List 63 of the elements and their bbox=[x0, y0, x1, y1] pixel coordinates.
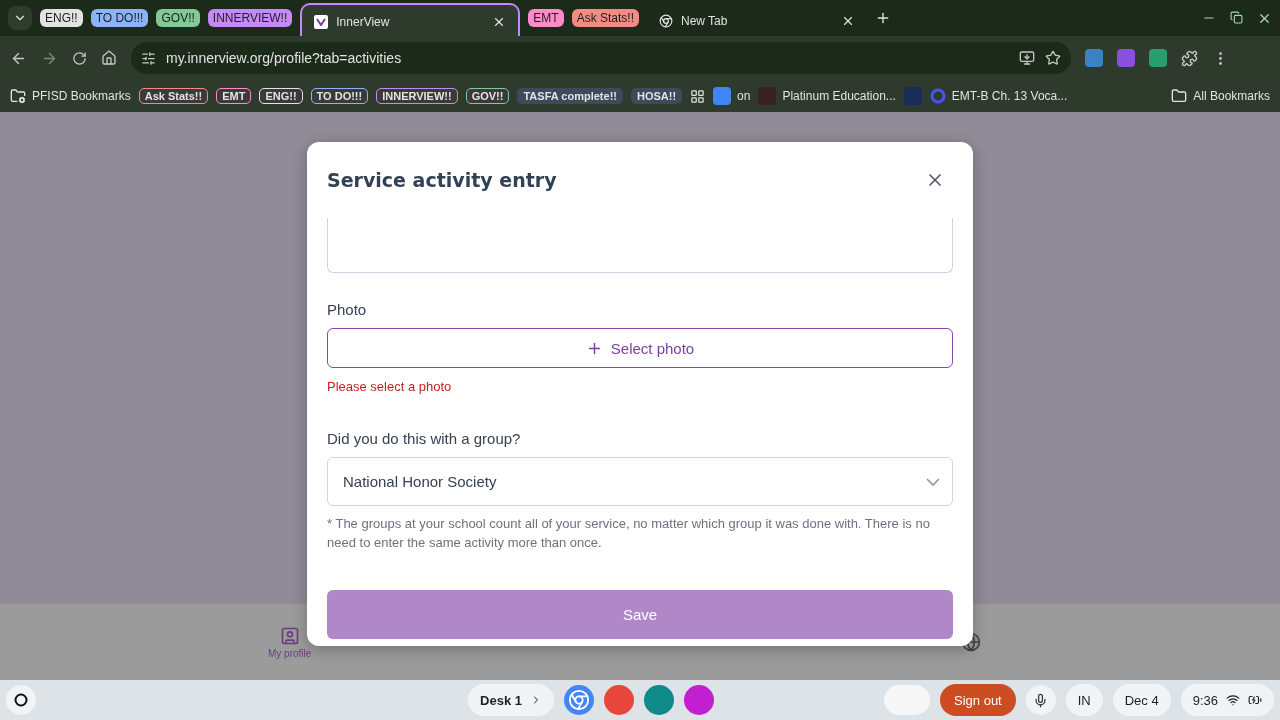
apps-icon[interactable] bbox=[690, 88, 706, 104]
mic-icon bbox=[1033, 692, 1049, 708]
select-photo-button[interactable]: Select photo bbox=[327, 328, 953, 368]
browser-tab[interactable]: InnerView bbox=[300, 3, 521, 39]
chrome-icon bbox=[659, 14, 673, 28]
tab-group-chip[interactable]: ENG!! bbox=[40, 9, 83, 27]
group-select[interactable]: National Honor Society bbox=[327, 457, 953, 506]
dialog-title: Service activity entry bbox=[327, 169, 557, 191]
bookmark-group[interactable]: INNERVIEW!! bbox=[376, 88, 458, 104]
input-method-button[interactable]: IN bbox=[1065, 684, 1103, 716]
bookmark-link[interactable]: Platinum Education... bbox=[782, 89, 896, 103]
bookmark-group[interactable]: GOV!! bbox=[465, 88, 510, 104]
bookmark-group[interactable]: EMT bbox=[216, 88, 252, 104]
tab-group-chip[interactable]: TO DO!!! bbox=[90, 9, 149, 27]
bookmark-link[interactable]: EMT-B Ch. 13 Voca... bbox=[951, 89, 1068, 103]
date-button[interactable]: Dec 4 bbox=[1112, 684, 1171, 716]
restore-icon[interactable] bbox=[1230, 10, 1243, 24]
bookmark-group[interactable]: HOSA!! bbox=[630, 88, 683, 104]
new-tab-icon[interactable] bbox=[875, 10, 891, 26]
tab-group-chip[interactable]: EMT bbox=[528, 9, 564, 27]
star-icon[interactable] bbox=[1045, 50, 1061, 66]
mic-button[interactable] bbox=[1025, 685, 1056, 715]
folder-icon bbox=[1171, 88, 1188, 104]
circle-icon bbox=[14, 693, 28, 707]
battery-icon bbox=[1248, 693, 1262, 707]
reload-icon[interactable] bbox=[72, 50, 87, 66]
bookmark-link[interactable]: on bbox=[737, 89, 751, 103]
tab-group-chip[interactable]: GOV!! bbox=[156, 9, 200, 27]
extensions-icon[interactable] bbox=[1181, 49, 1198, 67]
error-message: Please select a photo bbox=[327, 379, 453, 394]
launcher-button[interactable] bbox=[6, 685, 36, 715]
address-bar[interactable]: my.innerview.org/profile?tab=activities bbox=[131, 42, 1071, 74]
home-icon[interactable] bbox=[101, 50, 117, 66]
install-icon[interactable] bbox=[1019, 50, 1035, 66]
close-icon[interactable] bbox=[841, 14, 855, 28]
chevron-down-icon bbox=[926, 477, 940, 486]
site-settings-icon[interactable] bbox=[141, 50, 156, 66]
quiz-site-icon bbox=[929, 88, 946, 104]
bookmark-folder[interactable]: PFISD Bookmarks bbox=[32, 89, 131, 103]
desk-button[interactable]: Desk 1 bbox=[468, 684, 554, 716]
site-icon bbox=[314, 15, 329, 29]
tab-search-button[interactable] bbox=[8, 6, 32, 30]
bookmark-group[interactable]: TASFA complete!! bbox=[517, 88, 623, 104]
wifi-icon bbox=[1226, 693, 1240, 707]
tab-group-chip[interactable]: INNERVIEW!! bbox=[207, 9, 293, 27]
description-field[interactable] bbox=[327, 218, 953, 273]
browser-tab[interactable]: New Tab bbox=[647, 3, 867, 39]
tab-group-chip[interactable]: Ask Stats!! bbox=[571, 9, 639, 27]
field-label: Did you do this with a group? bbox=[327, 430, 522, 447]
sign-out-button[interactable]: Sign out bbox=[940, 684, 1016, 716]
all-bookmarks-link[interactable]: All Bookmarks bbox=[1193, 89, 1270, 103]
bookmark-group[interactable]: Ask Stats!! bbox=[138, 88, 209, 104]
field-label: Photo bbox=[327, 301, 368, 318]
site-icon bbox=[758, 87, 777, 105]
help-note: * The groups at your school count all of your service, no matter which group it was done with. There is no need to enter the same activity more than once. bbox=[327, 515, 931, 552]
clock-text: 9:36 bbox=[1192, 692, 1218, 708]
status-tray[interactable]: 9:36 bbox=[1180, 684, 1274, 716]
browser-app-icon[interactable] bbox=[564, 685, 594, 715]
profile-icon[interactable] bbox=[279, 625, 300, 646]
chrome-icon bbox=[568, 689, 590, 711]
bookmark-group[interactable]: TO DO!!! bbox=[310, 88, 369, 104]
folder-icon bbox=[10, 88, 26, 104]
bookmark-group[interactable]: ENG!! bbox=[259, 88, 303, 104]
